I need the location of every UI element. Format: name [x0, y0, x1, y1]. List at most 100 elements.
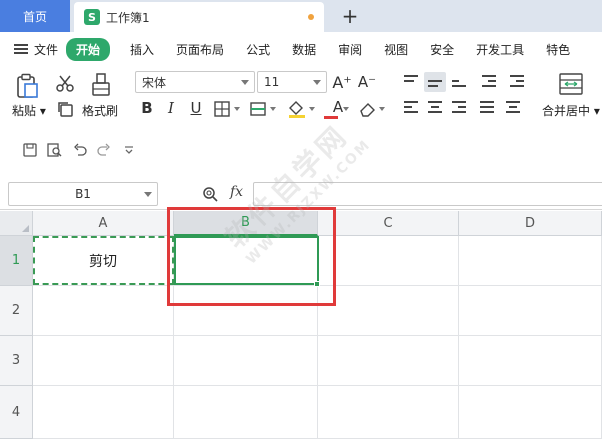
- menu-data[interactable]: 数据: [292, 41, 316, 58]
- cut-icon[interactable]: [56, 74, 74, 92]
- formula-input[interactable]: [253, 182, 602, 206]
- print-preview-icon[interactable]: [47, 142, 63, 158]
- bold-button[interactable]: B: [138, 98, 156, 118]
- underline-button[interactable]: U: [187, 98, 205, 118]
- menu-view[interactable]: 视图: [384, 41, 408, 58]
- cell-d2[interactable]: [459, 286, 602, 336]
- name-box-value: B1: [75, 187, 91, 201]
- new-tab-button[interactable]: +: [338, 4, 362, 28]
- cell-c2[interactable]: [318, 286, 459, 336]
- cell-b4[interactable]: [174, 386, 318, 439]
- chevron-down-icon: [144, 192, 152, 197]
- fill-handle[interactable]: [314, 281, 320, 287]
- menu-special[interactable]: 特色: [546, 41, 570, 58]
- spreadsheet-grid: A B C D 1 2 3 4 剪切: [0, 211, 602, 439]
- row-header-3[interactable]: 3: [0, 336, 33, 386]
- indent-decrease-button[interactable]: [478, 72, 500, 92]
- spreadsheet-icon: S: [84, 9, 100, 25]
- paint-bucket-icon: [289, 101, 315, 118]
- tab-workbook-label: 工作簿1: [106, 10, 150, 25]
- align-left-button[interactable]: [400, 98, 422, 118]
- copy-icon[interactable]: [56, 100, 74, 118]
- fill-color-button[interactable]: [287, 98, 319, 120]
- save-icon[interactable]: [22, 142, 38, 158]
- merge-center-icon[interactable]: [558, 72, 584, 96]
- font-name-value: 宋体: [142, 75, 167, 90]
- menu-review[interactable]: 审阅: [338, 41, 362, 58]
- chevron-down-icon: [313, 80, 321, 85]
- redo-icon[interactable]: [96, 142, 112, 158]
- cell-b3[interactable]: [174, 336, 318, 386]
- menu-security[interactable]: 安全: [430, 41, 454, 58]
- clear-format-button[interactable]: [358, 98, 388, 120]
- undo-icon[interactable]: [72, 142, 88, 158]
- select-all-corner[interactable]: [0, 211, 33, 236]
- paste-button[interactable]: 粘贴 ▾: [12, 102, 46, 119]
- merge-center-button[interactable]: 合并居中 ▾: [542, 102, 600, 119]
- font-name-select[interactable]: 宋体: [135, 71, 255, 93]
- format-painter-icon[interactable]: [90, 72, 112, 98]
- cell-c4[interactable]: [318, 386, 459, 439]
- chevron-down-icon: [343, 107, 349, 111]
- cell-c1[interactable]: [318, 236, 459, 286]
- indent-increase-button[interactable]: [506, 72, 528, 92]
- distributed-align-button[interactable]: [502, 98, 524, 118]
- align-top-button[interactable]: [400, 72, 422, 92]
- cell-d4[interactable]: [459, 386, 602, 439]
- cell-style-button[interactable]: [250, 100, 280, 118]
- align-middle-button[interactable]: [424, 72, 446, 92]
- tab-bar: 首页 S 工作簿1 +: [0, 0, 602, 32]
- merge-center-label: 合并居中: [542, 104, 591, 118]
- chevron-down-icon: [241, 80, 249, 85]
- font-color-button[interactable]: A: [323, 98, 353, 120]
- menu-formulas[interactable]: 公式: [246, 41, 270, 58]
- menu-insert[interactable]: 插入: [130, 41, 154, 58]
- ribbon: 粘贴 ▾ 格式刷 宋体 11 A⁺ A⁻ B I U A 合并居中 ▾: [0, 66, 602, 128]
- active-cell-border: [174, 236, 319, 285]
- font-color-swatch: [324, 116, 338, 119]
- insert-function-button[interactable]: fx: [230, 184, 243, 200]
- align-center-button[interactable]: [424, 98, 446, 118]
- menu-file[interactable]: 文件: [34, 41, 58, 58]
- shrink-font-button[interactable]: A⁻: [358, 71, 376, 93]
- hamburger-menu-icon[interactable]: [14, 44, 28, 54]
- grow-font-button[interactable]: A⁺: [332, 71, 351, 93]
- menu-bar: 文件 开始 插入 页面布局 公式 数据 审阅 视图 安全 开发工具 特色: [0, 32, 602, 66]
- font-size-select[interactable]: 11: [257, 71, 327, 93]
- formula-bar: B1 fx: [0, 170, 602, 210]
- zoom-search-icon[interactable]: [202, 186, 218, 202]
- paste-icon[interactable]: [14, 72, 40, 100]
- column-header-a[interactable]: A: [33, 211, 174, 236]
- customize-toolbar-icon[interactable]: [121, 142, 137, 158]
- italic-button[interactable]: I: [162, 98, 180, 118]
- font-size-value: 11: [264, 75, 280, 89]
- cell-d1[interactable]: [459, 236, 602, 286]
- menu-home[interactable]: 开始: [66, 37, 111, 61]
- menu-page-layout[interactable]: 页面布局: [176, 41, 224, 58]
- name-box[interactable]: B1: [8, 182, 158, 206]
- tab-home[interactable]: 首页: [0, 0, 70, 32]
- borders-button[interactable]: [214, 100, 244, 118]
- cell-a3[interactable]: [33, 336, 174, 386]
- justify-button[interactable]: [476, 98, 498, 118]
- font-color-letter: A: [332, 98, 344, 116]
- cell-d3[interactable]: [459, 336, 602, 386]
- column-header-c[interactable]: C: [318, 211, 459, 236]
- align-right-button[interactable]: [448, 98, 470, 118]
- row-header-4[interactable]: 4: [0, 386, 33, 439]
- column-header-b[interactable]: B: [174, 211, 318, 236]
- row-header-2[interactable]: 2: [0, 286, 33, 336]
- cell-a2[interactable]: [33, 286, 174, 336]
- tab-workbook[interactable]: S 工作簿1: [74, 2, 324, 32]
- cell-b2[interactable]: [174, 286, 318, 336]
- eraser-icon: [360, 103, 385, 117]
- row-header-1[interactable]: 1: [0, 236, 33, 286]
- cell-a4[interactable]: [33, 386, 174, 439]
- column-header-d[interactable]: D: [459, 211, 602, 236]
- align-bottom-button[interactable]: [448, 72, 470, 92]
- format-painter-button[interactable]: 格式刷: [82, 102, 118, 119]
- menu-developer[interactable]: 开发工具: [476, 41, 524, 58]
- cell-style-icon: [250, 102, 276, 116]
- cell-c3[interactable]: [318, 336, 459, 386]
- cell-a1[interactable]: 剪切: [33, 236, 174, 286]
